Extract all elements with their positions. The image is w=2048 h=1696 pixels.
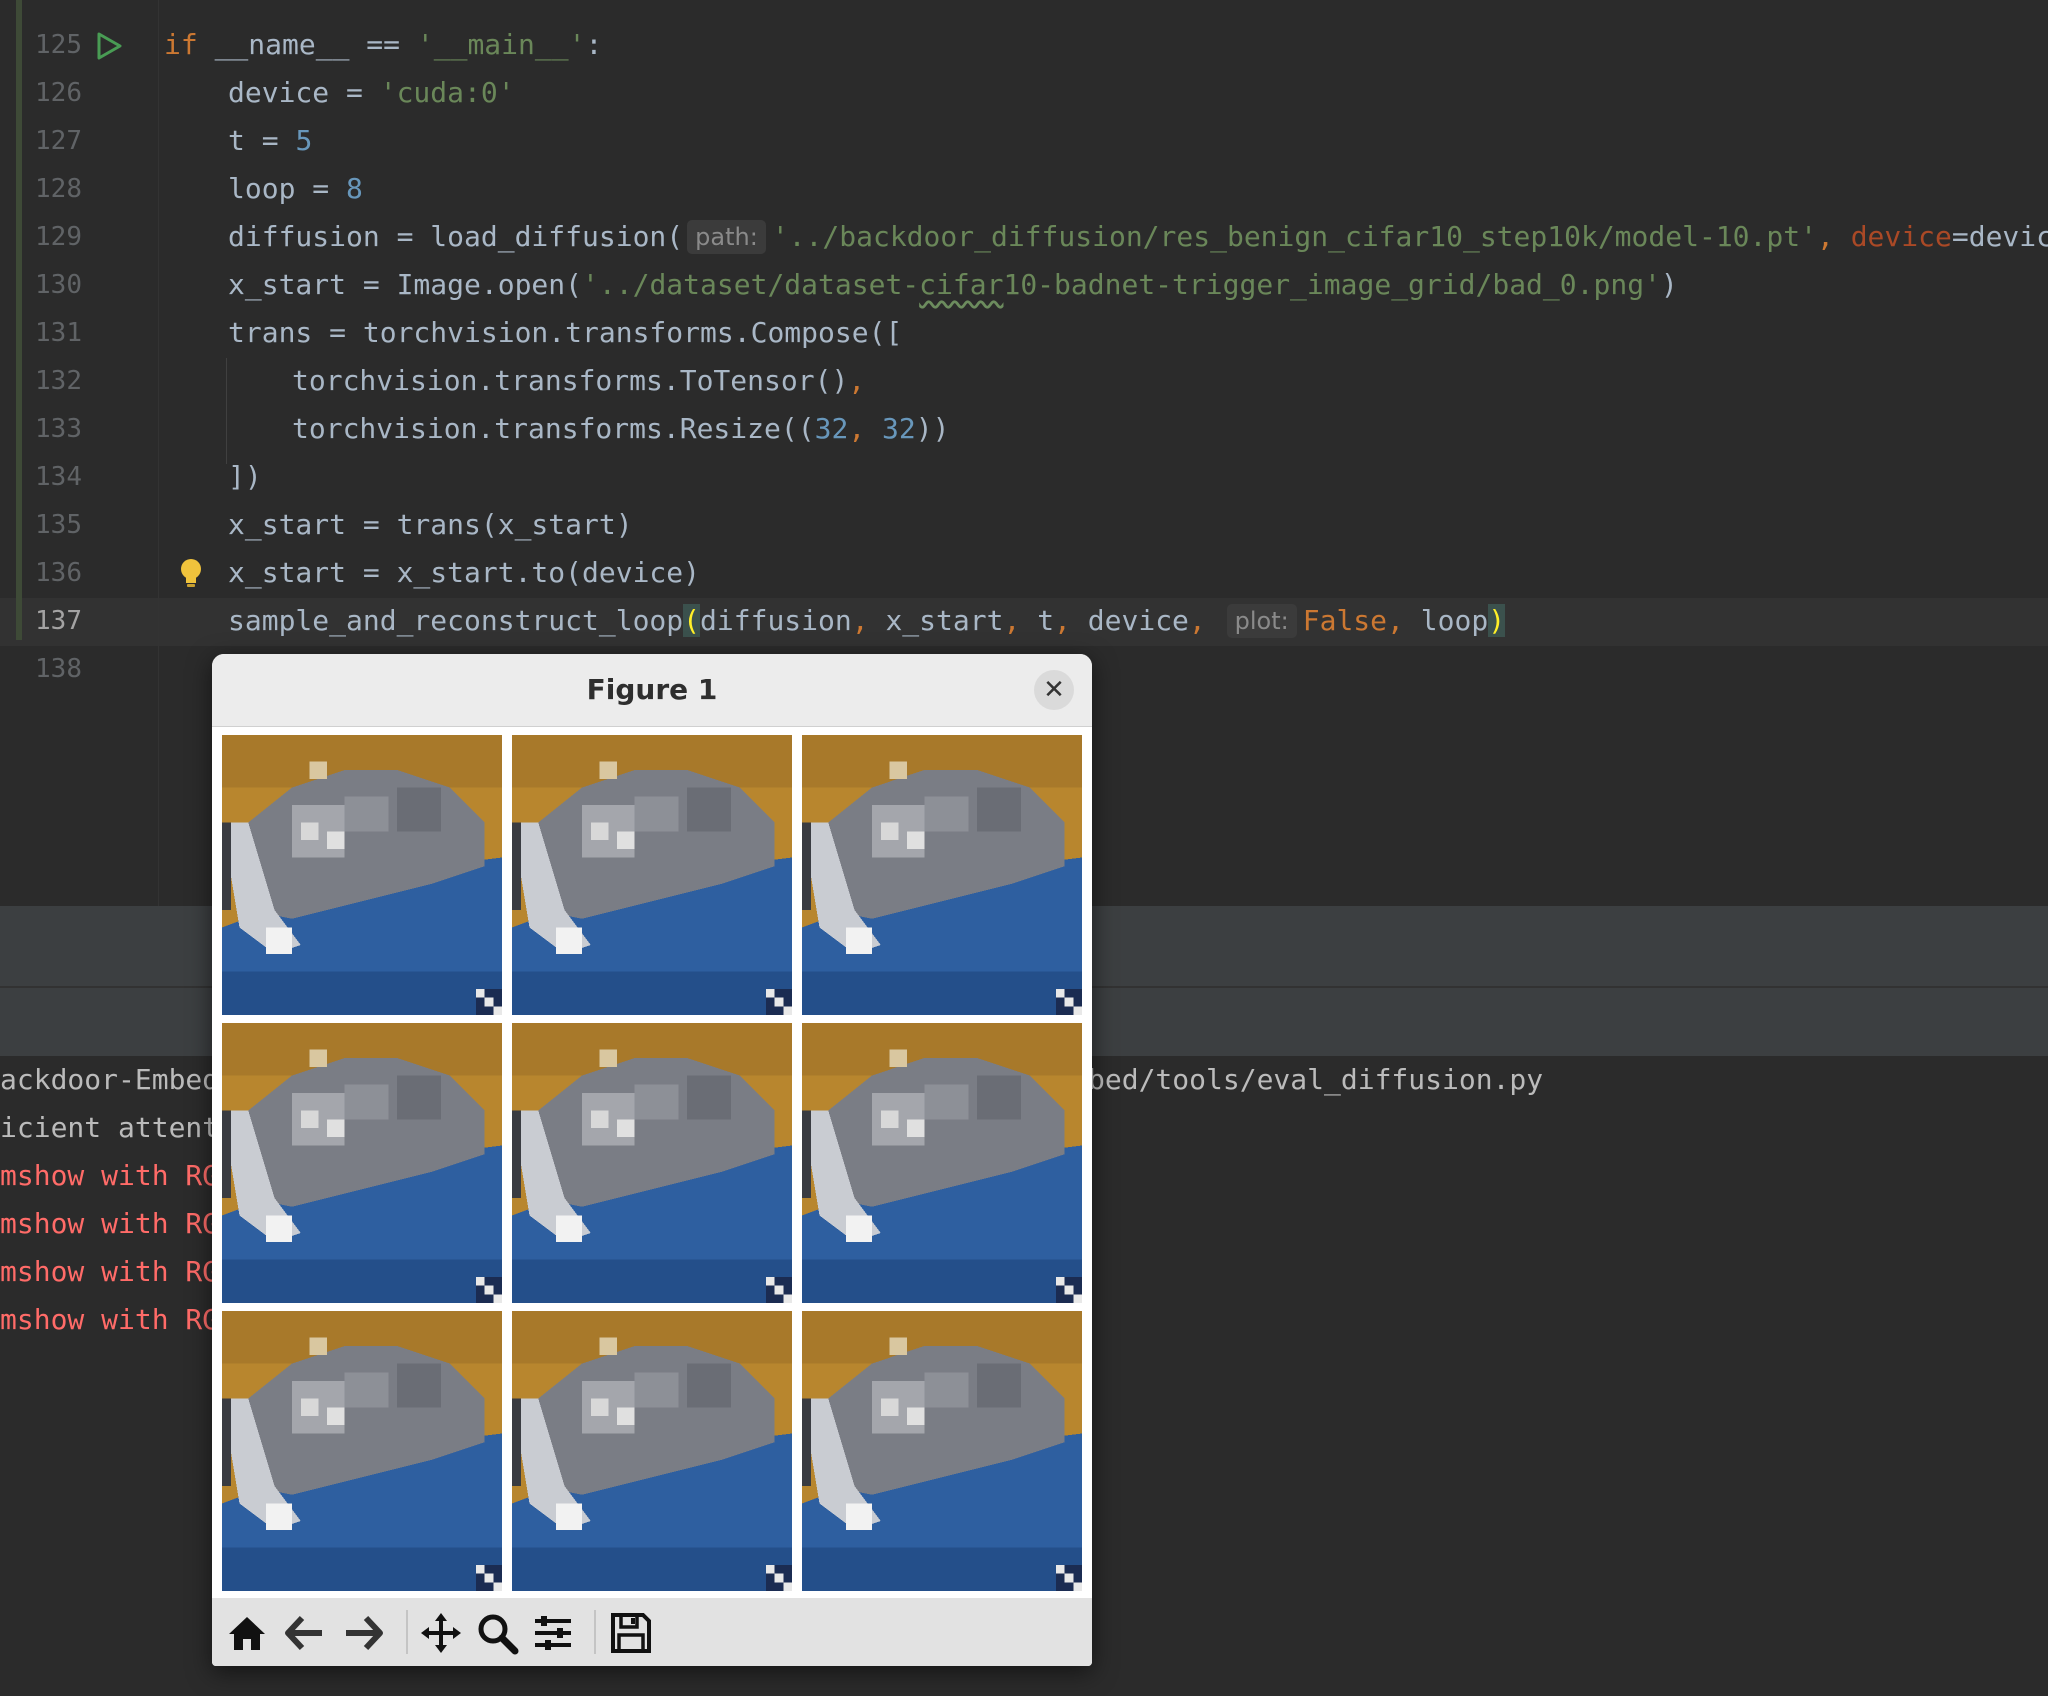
sample-image-pixels (512, 735, 792, 1015)
line-number: 125 (35, 30, 82, 60)
line-number: 129 (35, 222, 82, 252)
zoom-icon[interactable] (474, 1610, 520, 1656)
sample-image-pixels (802, 1311, 1082, 1591)
line-number: 126 (35, 78, 82, 108)
line-number: 138 (35, 654, 82, 684)
code-line-125[interactable]: 125 if __name__ == '__main__': (0, 21, 2048, 69)
console-error-line: mshow with RGB (0, 1159, 237, 1192)
toolbar-separator (406, 1610, 408, 1654)
code-text: trans = torchvision.transforms.Compose([ (228, 316, 903, 349)
code-line-130[interactable]: 130 x_start = Image.open('../dataset/dat… (0, 261, 2048, 309)
code-text: device = 'cuda:0' (228, 76, 515, 109)
console-error-line: mshow with RGB (0, 1255, 237, 1288)
figure-toolbar (212, 1598, 1092, 1666)
image-grid (222, 735, 1082, 1591)
save-icon[interactable] (608, 1610, 654, 1656)
sample-image-3 (802, 735, 1082, 1015)
console-line: ackdoor-Embed/ (0, 1063, 237, 1096)
line-number: 134 (35, 462, 82, 492)
line-number: 136 (35, 558, 82, 588)
code-line-132[interactable]: 132 torchvision.transforms.ToTensor(), (0, 357, 2048, 405)
code-line-126[interactable]: 126 device = 'cuda:0' (0, 69, 2048, 117)
line-number: 130 (35, 270, 82, 300)
code-line-131[interactable]: 131 trans = torchvision.transforms.Compo… (0, 309, 2048, 357)
code-text: t = 5 (228, 124, 313, 157)
code-text: x_start = Image.open('../dataset/dataset… (228, 268, 1678, 301)
forward-arrow-icon[interactable] (340, 1610, 386, 1656)
sample-image-5 (512, 1023, 792, 1303)
sample-image-pixels (222, 1311, 502, 1591)
sample-image-pixels (802, 1023, 1082, 1303)
console-line: icient attenti (0, 1111, 237, 1144)
sample-image-pixels (802, 735, 1082, 1015)
sample-image-pixels (512, 1311, 792, 1591)
home-icon[interactable] (224, 1610, 270, 1656)
sample-image-pixels (222, 735, 502, 1015)
back-arrow-icon[interactable] (282, 1610, 328, 1656)
code-text: ]) (228, 460, 262, 493)
sample-image-9 (802, 1311, 1082, 1591)
code-line-129[interactable]: 129 diffusion = load_diffusion(path: '../… (0, 213, 2048, 261)
console-error-line: mshow with RGB (0, 1303, 237, 1336)
line-number: 127 (35, 126, 82, 156)
parameter-hint: path: (687, 220, 766, 254)
code-line-134[interactable]: 134 ]) (0, 453, 2048, 501)
line-number: 131 (35, 318, 82, 348)
code-text: x_start = trans(x_start) (228, 508, 633, 541)
code-line-137[interactable]: 137 sample_and_reconstruct_loop(diffusio… (0, 597, 2048, 645)
code-line-127[interactable]: 127 t = 5 (0, 117, 2048, 165)
sample-image-6 (802, 1023, 1082, 1303)
code-text: if __name__ == '__main__': (164, 28, 603, 61)
console-line-fragment: bed/tools/eval_diffusion.py (1088, 1063, 1544, 1096)
code-text: sample_and_reconstruct_loop(diffusion, x… (228, 604, 1506, 638)
sample-image-pixels (222, 1023, 502, 1303)
code-line-128[interactable]: 128 loop = 8 (0, 165, 2048, 213)
typo-warning: cifar (919, 268, 1004, 301)
code-text: diffusion = load_diffusion(path: '../back… (228, 220, 2048, 254)
code-text: x_start = x_start.to(device) (228, 556, 701, 589)
configure-subplots-icon[interactable] (530, 1610, 576, 1656)
matplotlib-figure-window[interactable]: Figure 1 ✕ (212, 654, 1092, 1666)
sample-image-2 (512, 735, 792, 1015)
code-line-124: 124 (0, 0, 2048, 8)
line-number: 137 (35, 606, 82, 636)
line-number: 132 (35, 366, 82, 396)
sample-image-4 (222, 1023, 502, 1303)
toolbar-separator (594, 1610, 596, 1654)
pan-icon[interactable] (418, 1610, 464, 1656)
line-number: 133 (35, 414, 82, 444)
code-line-133[interactable]: 133 torchvision.transforms.Resize((32, 3… (0, 405, 2048, 453)
close-button[interactable]: ✕ (1034, 670, 1074, 710)
sample-image-7 (222, 1311, 502, 1591)
code-text: torchvision.transforms.ToTensor(), (292, 364, 866, 397)
run-icon[interactable] (94, 31, 124, 61)
parameter-hint: plot: (1226, 604, 1297, 638)
sample-image-8 (512, 1311, 792, 1591)
sample-image-pixels (512, 1023, 792, 1303)
code-text: torchvision.transforms.Resize((32, 32)) (292, 412, 950, 445)
line-number: 128 (35, 174, 82, 204)
code-line-136[interactable]: 136 x_start = x_start.to(device) (0, 549, 2048, 597)
code-text: loop = 8 (228, 172, 363, 205)
console-error-line: mshow with RGB (0, 1207, 237, 1240)
sample-image-1 (222, 735, 502, 1015)
lightbulb-icon[interactable] (176, 557, 206, 591)
line-number: 135 (35, 510, 82, 540)
code-line-135[interactable]: 135 x_start = trans(x_start) (0, 501, 2048, 549)
window-title: Figure 1 (212, 654, 1092, 727)
